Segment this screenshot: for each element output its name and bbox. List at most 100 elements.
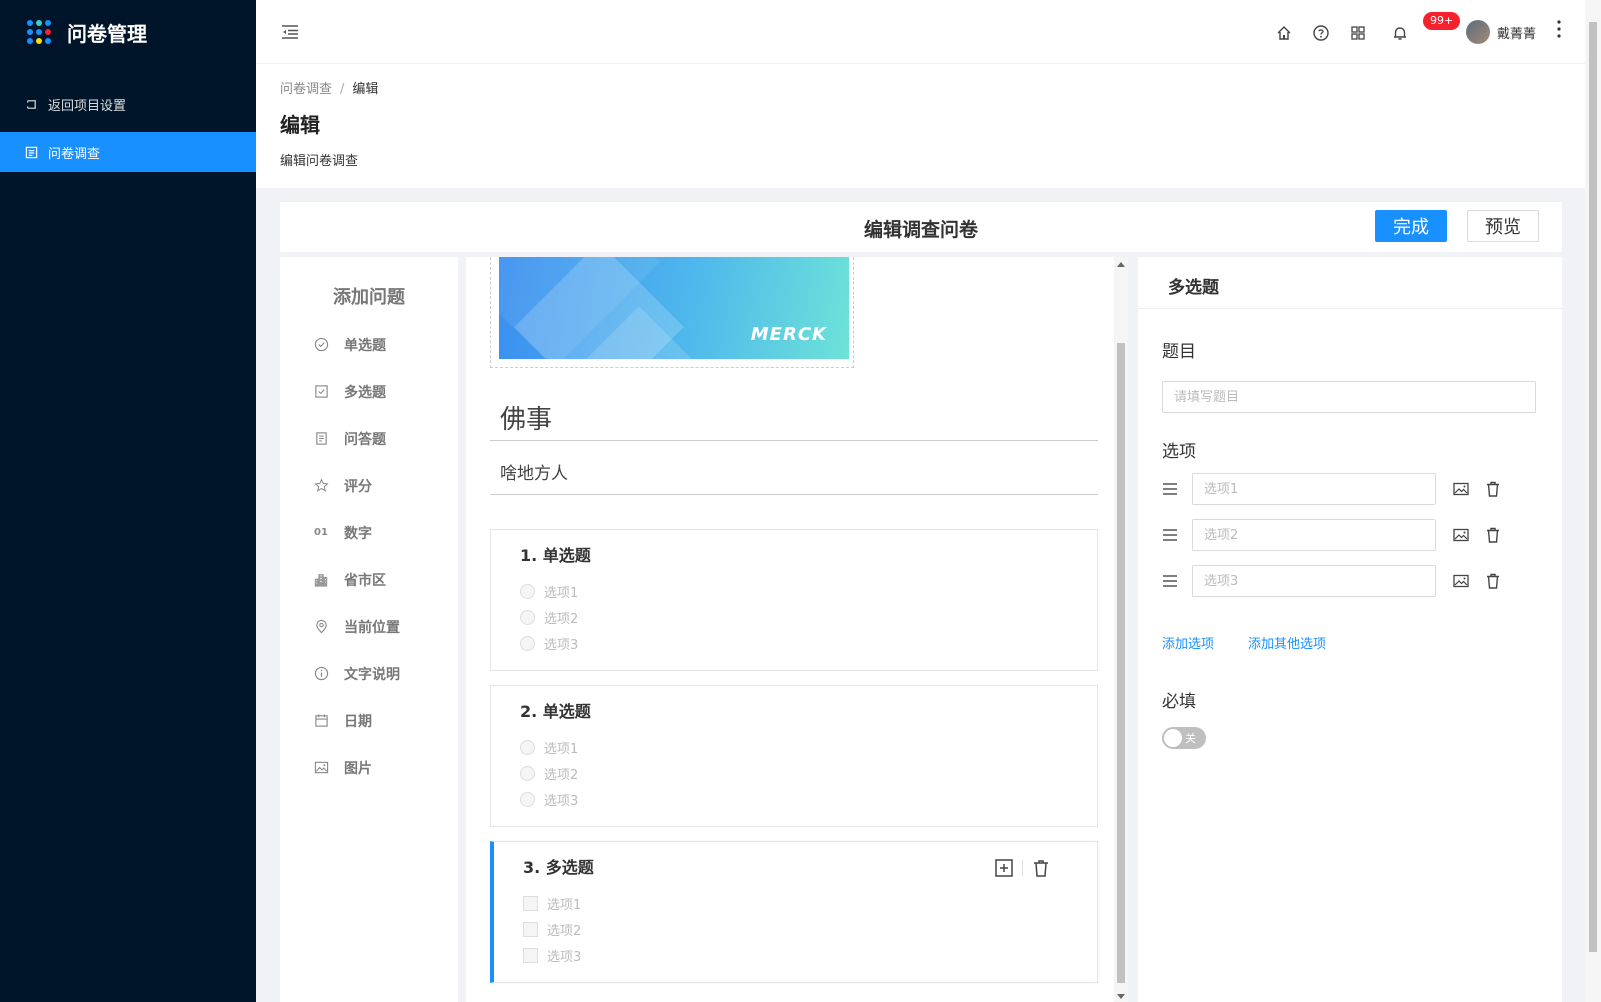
- checkbox[interactable]: [523, 922, 538, 937]
- avatar[interactable]: [1466, 20, 1490, 44]
- question-type-label: 文字说明: [344, 666, 400, 683]
- radio-button[interactable]: [520, 584, 535, 599]
- done-button[interactable]: 完成: [1375, 210, 1447, 242]
- scrollbar-thumb[interactable]: [1117, 343, 1125, 983]
- add-text-description[interactable]: 文字说明: [280, 650, 458, 697]
- question-type-label: 多选题: [344, 384, 386, 401]
- radio-button[interactable]: [520, 792, 535, 807]
- option-label: 选项3: [544, 638, 579, 653]
- add-square-icon[interactable]: [994, 858, 1014, 878]
- option-label: 选项3: [547, 950, 582, 965]
- properties-heading: 多选题: [1138, 257, 1562, 309]
- question-option: 选项3: [520, 790, 578, 809]
- question-option: 选项1: [520, 738, 578, 757]
- options-label: 选项: [1162, 442, 1196, 462]
- radio-button[interactable]: [520, 636, 535, 651]
- add-single-choice[interactable]: 单选题: [280, 321, 458, 368]
- question-option: 选项2: [520, 608, 578, 627]
- question-card[interactable]: 2. 单选题 选项1 选项2 选项3: [490, 685, 1098, 827]
- option-label: 选项2: [547, 924, 582, 939]
- question-option: 选项1: [520, 582, 578, 601]
- add-number[interactable]: 01 数字: [280, 509, 458, 556]
- required-toggle[interactable]: 关: [1162, 727, 1206, 749]
- survey-title[interactable]: 佛事: [490, 395, 1098, 441]
- preview-button[interactable]: 预览: [1467, 210, 1539, 242]
- trash-icon[interactable]: [1484, 480, 1502, 498]
- add-current-location[interactable]: 当前位置: [280, 603, 458, 650]
- notification-badge: 99+: [1423, 12, 1461, 30]
- question-type-label: 日期: [344, 713, 372, 730]
- question-actions: [994, 858, 1051, 878]
- option-input[interactable]: [1192, 519, 1436, 551]
- page-subtitle: 编辑问卷调查: [280, 154, 359, 169]
- add-image[interactable]: 图片: [280, 744, 458, 791]
- add-option-link[interactable]: 添加选项: [1162, 633, 1214, 652]
- more-icon[interactable]: [1552, 18, 1566, 40]
- image-icon[interactable]: [1452, 572, 1470, 590]
- add-date[interactable]: 日期: [280, 697, 458, 744]
- scroll-up-arrow-icon[interactable]: [1117, 262, 1125, 267]
- question-type-label: 评分: [344, 478, 372, 495]
- option-input[interactable]: [1192, 565, 1436, 597]
- top-header: 99+ 戴菁菁: [256, 0, 1585, 64]
- trash-icon[interactable]: [1484, 526, 1502, 544]
- question-type-label: 省市区: [344, 572, 386, 589]
- apps-icon[interactable]: [1349, 24, 1367, 42]
- radio-button[interactable]: [520, 740, 535, 755]
- sidebar: 问卷管理 返回项目设置 问卷调查: [0, 0, 256, 1002]
- banner-image-frame[interactable]: MERCK: [490, 257, 854, 368]
- username[interactable]: 戴菁菁: [1497, 23, 1536, 42]
- radio-button[interactable]: [520, 766, 535, 781]
- app-logo[interactable]: 问卷管理: [0, 0, 256, 64]
- sidebar-item-label: 问卷调查: [48, 146, 101, 162]
- scroll-down-arrow-icon[interactable]: [1117, 994, 1125, 999]
- checkbox[interactable]: [523, 896, 538, 911]
- grid-logo-icon: [27, 20, 51, 44]
- question-title-input[interactable]: [1162, 381, 1536, 413]
- question-card[interactable]: 1. 单选题 选项1 选项2 选项3: [490, 529, 1098, 671]
- page-scrollbar[interactable]: [1585, 0, 1601, 1002]
- question-card-selected[interactable]: 3. 多选题 选项1 选项2 选项3: [490, 841, 1098, 983]
- breadcrumb-link-survey[interactable]: 问卷调查: [280, 82, 332, 97]
- page-title: 编辑: [280, 113, 320, 137]
- drag-handle-icon[interactable]: [1162, 482, 1178, 496]
- number-icon: 01: [314, 527, 328, 538]
- add-rating[interactable]: 评分: [280, 462, 458, 509]
- app-title: 问卷管理: [67, 21, 147, 46]
- option-row: [1162, 565, 1502, 597]
- image-icon: [313, 760, 329, 776]
- drag-handle-icon[interactable]: [1162, 574, 1178, 588]
- radio-circle-icon: [313, 337, 329, 353]
- question-label: 题目: [1162, 342, 1196, 362]
- checkbox[interactable]: [523, 948, 538, 963]
- canvas-scrollbar[interactable]: [1114, 257, 1128, 1002]
- option-row: [1162, 473, 1502, 505]
- survey-description[interactable]: 啥地方人: [490, 455, 1098, 495]
- option-label: 选项1: [547, 898, 582, 913]
- image-icon[interactable]: [1452, 526, 1470, 544]
- option-label: 选项2: [544, 612, 579, 627]
- sidebar-item-survey[interactable]: 问卷调查: [0, 132, 256, 172]
- help-icon[interactable]: [1312, 24, 1330, 42]
- image-icon[interactable]: [1452, 480, 1470, 498]
- trash-icon[interactable]: [1031, 858, 1051, 878]
- add-multiple-choice[interactable]: 多选题: [280, 368, 458, 415]
- add-text-question[interactable]: 问答题: [280, 415, 458, 462]
- question-option: 选项3: [523, 946, 581, 965]
- survey-canvas: MERCK 佛事 啥地方人 1. 单选题 选项1 选项2 选项3 2. 单选题 …: [466, 257, 1114, 1002]
- drag-handle-icon[interactable]: [1162, 528, 1178, 542]
- bell-icon[interactable]: [1391, 24, 1409, 42]
- star-icon: [313, 478, 329, 494]
- radio-button[interactable]: [520, 610, 535, 625]
- option-input[interactable]: [1192, 473, 1436, 505]
- add-region[interactable]: 省市区: [280, 556, 458, 603]
- add-other-option-link[interactable]: 添加其他选项: [1248, 633, 1326, 652]
- menu-fold-icon[interactable]: [280, 22, 300, 42]
- text-doc-icon: [313, 431, 329, 447]
- breadcrumb-separator: /: [340, 82, 345, 97]
- scrollbar-thumb[interactable]: [1589, 22, 1597, 952]
- trash-icon[interactable]: [1484, 572, 1502, 590]
- sidebar-item-back-to-project-settings[interactable]: 返回项目设置: [0, 84, 256, 124]
- home-icon[interactable]: [1275, 24, 1293, 42]
- page-header: 问卷调查 / 编辑 编辑 编辑问卷调查: [256, 64, 1585, 188]
